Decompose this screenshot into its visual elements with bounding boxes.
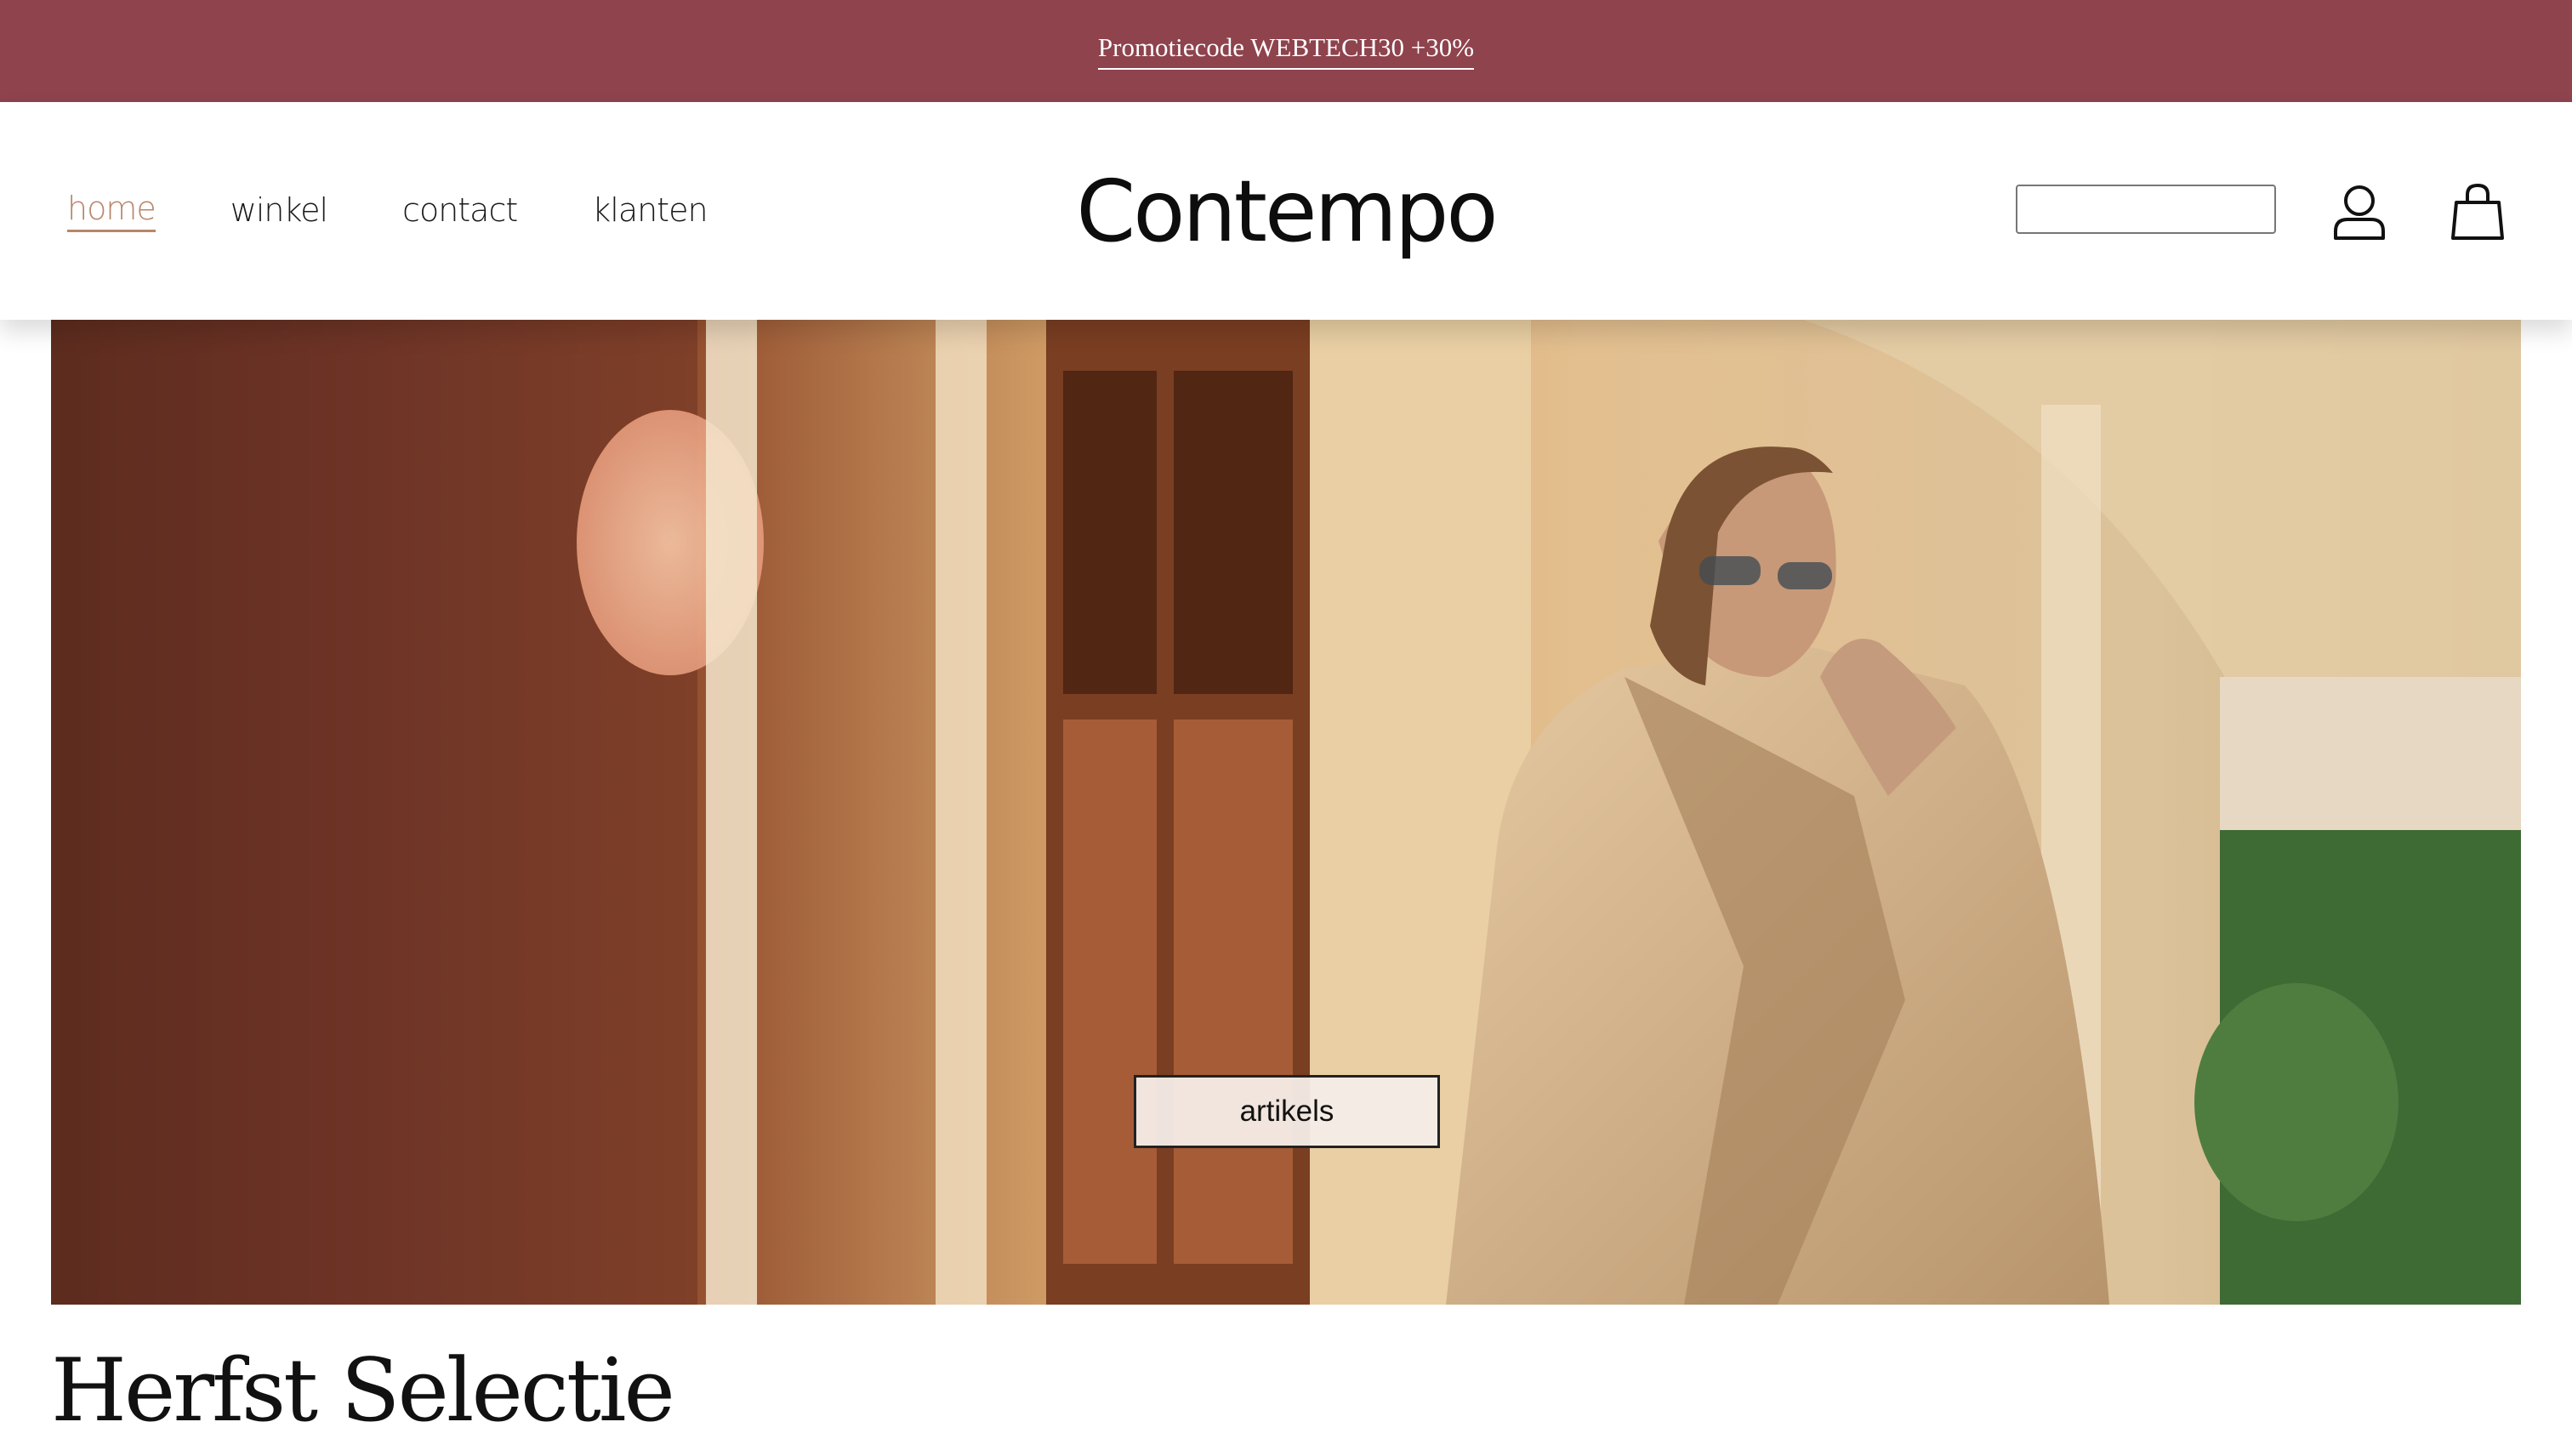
main-nav: home winkel contact klanten (67, 102, 782, 320)
nav-item-klanten[interactable]: klanten (592, 191, 708, 231)
hero-banner: artikels (51, 320, 2521, 1305)
hero-image (51, 320, 2521, 1305)
shopping-bag-icon[interactable] (2446, 180, 2509, 243)
promo-link[interactable]: Promotiecode WEBTECH30 +30% (1097, 32, 1475, 70)
user-icon[interactable] (2328, 180, 2391, 243)
promo-bar: Promotiecode WEBTECH30 +30% (0, 0, 2572, 102)
search-input[interactable] (2016, 185, 2276, 234)
brand-logo[interactable]: Contempo (1021, 102, 1551, 320)
nav-item-home[interactable]: home (67, 190, 156, 232)
nav-item-winkel[interactable]: winkel (230, 191, 328, 231)
artikels-button[interactable]: artikels (1134, 1075, 1440, 1148)
nav-item-contact[interactable]: contact (402, 191, 518, 231)
section-title: Herfst Selectie (51, 1340, 675, 1442)
site-header: home winkel contact klanten Contempo (0, 102, 2572, 320)
